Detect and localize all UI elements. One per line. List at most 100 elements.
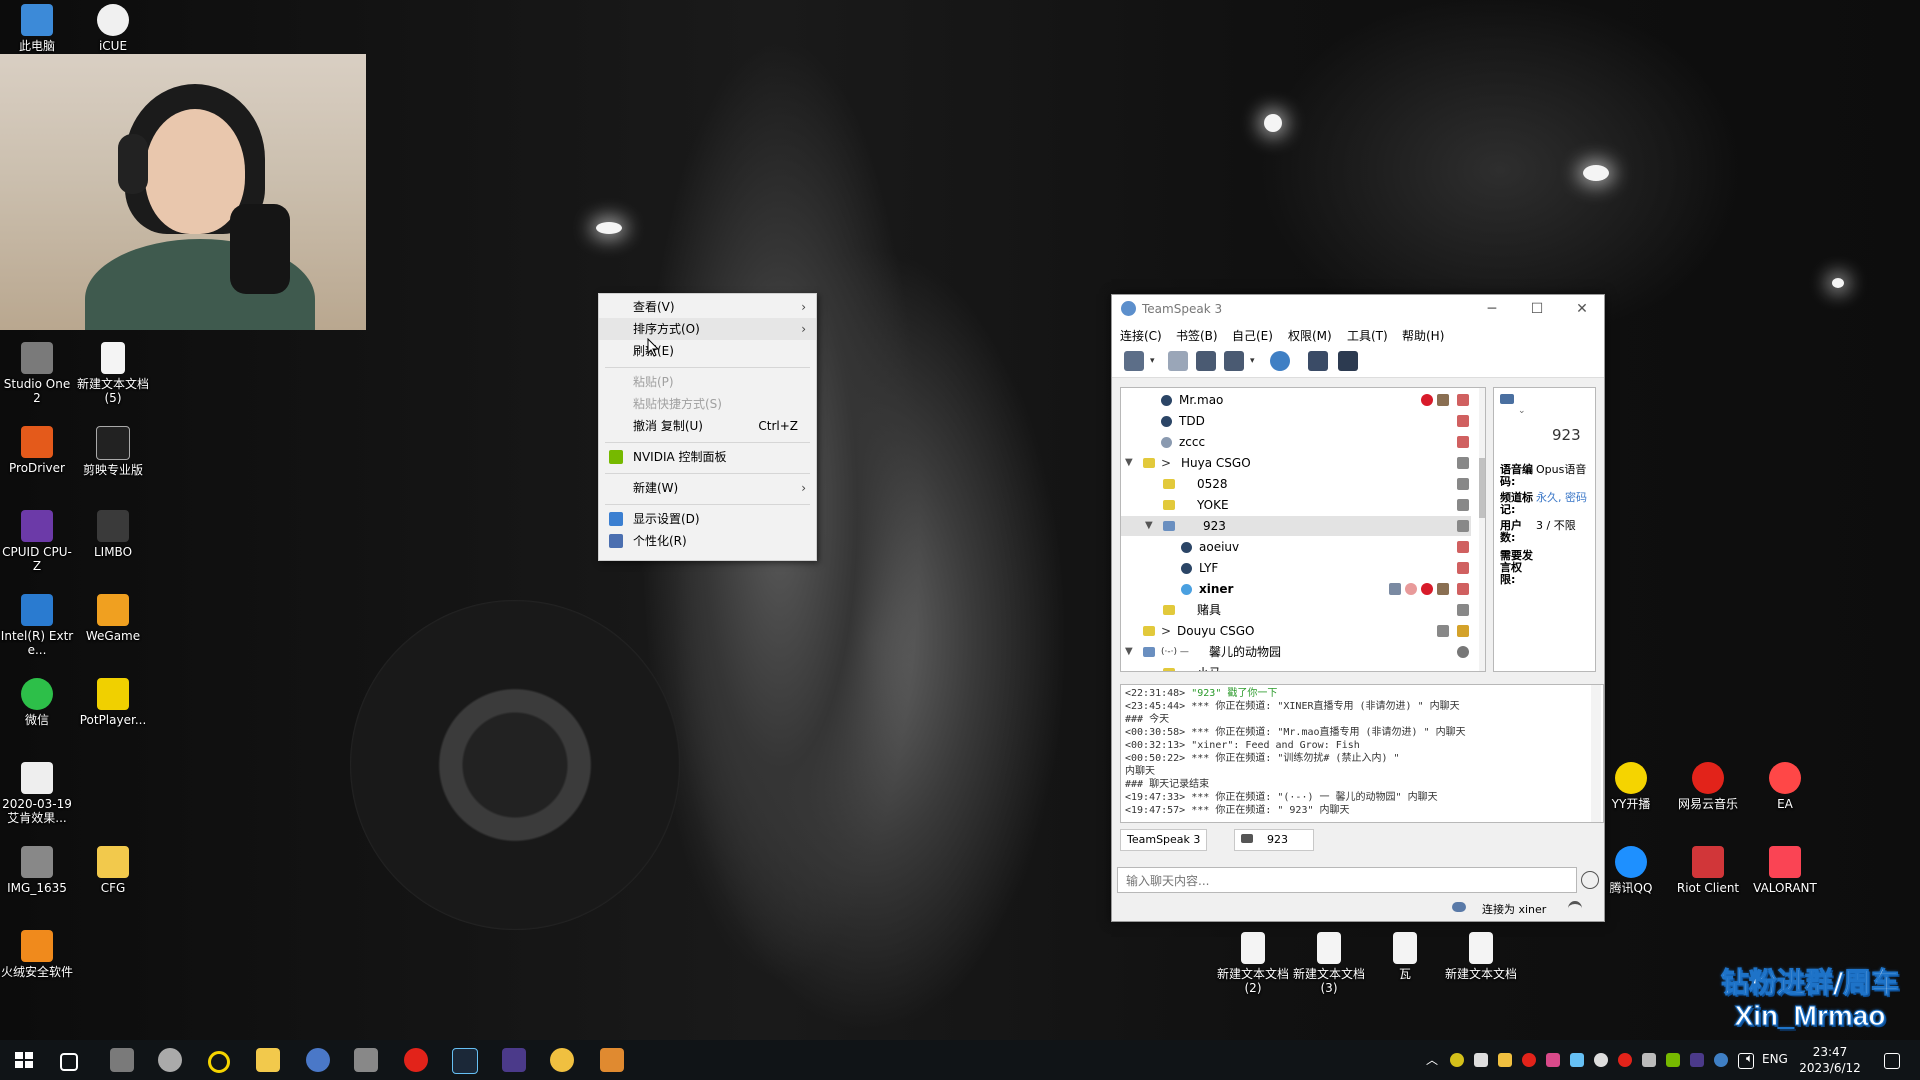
desktop-icon-text-doc[interactable]: 新建文本文档 bbox=[1444, 932, 1518, 981]
chevron-down-icon[interactable]: ▼ bbox=[1125, 453, 1133, 473]
tree-item-user-self[interactable]: xiner bbox=[1121, 579, 1471, 599]
tray-netease-icon[interactable] bbox=[1522, 1053, 1536, 1067]
mute-speaker-icon[interactable] bbox=[1224, 351, 1244, 371]
desktop-icon-cfg[interactable]: CFG bbox=[76, 846, 150, 895]
menu-item-paste-shortcut[interactable]: 粘贴快捷方式(S) bbox=[599, 393, 816, 415]
tray-nvidia-icon[interactable] bbox=[1666, 1053, 1680, 1067]
tree-item-channel[interactable]: 0528 bbox=[1121, 474, 1471, 494]
desktop-icon-text-doc-3[interactable]: 新建文本文档 (3) bbox=[1292, 932, 1366, 995]
teamspeak-icon[interactable] bbox=[306, 1048, 330, 1072]
desktop-icon-netease-music[interactable]: 网易云音乐 bbox=[1671, 762, 1745, 811]
game-app-icon[interactable] bbox=[600, 1048, 624, 1072]
chat-input-box[interactable] bbox=[1117, 867, 1577, 893]
tree-item-channel[interactable]: ▼ (·-·) — 馨儿的动物园 bbox=[1121, 642, 1471, 662]
away-icon[interactable] bbox=[1270, 351, 1290, 371]
contacts-icon[interactable] bbox=[1308, 351, 1328, 371]
tree-item-channel[interactable]: ▼ > Huya CSGO bbox=[1121, 453, 1471, 473]
chevron-down-icon[interactable]: ▼ bbox=[1145, 516, 1153, 536]
file-explorer-icon[interactable] bbox=[256, 1048, 280, 1072]
desktop-icon-huorong[interactable]: 火绒安全软件 bbox=[0, 930, 74, 979]
desktop-icon-prodriver[interactable]: ProDriver bbox=[0, 426, 74, 475]
desktop-icon-potplayer[interactable]: PotPlayer... bbox=[76, 678, 150, 727]
menu-help[interactable]: 帮助(H) bbox=[1402, 327, 1444, 344]
whisper-icon[interactable] bbox=[1338, 351, 1358, 371]
menu-item-view[interactable]: 查看(V) › bbox=[599, 296, 816, 318]
tray-owl-icon[interactable] bbox=[1498, 1053, 1512, 1067]
system-clock[interactable]: 23:47 2023/6/12 bbox=[1790, 1044, 1870, 1076]
title-bar[interactable]: TeamSpeak 3 ─ ☐ ✕ bbox=[1112, 295, 1604, 323]
tray-app-icon[interactable] bbox=[1546, 1053, 1560, 1067]
tree-item-channel[interactable]: > Douyu CSGO bbox=[1121, 621, 1471, 641]
tray-app-icon[interactable] bbox=[1594, 1053, 1608, 1067]
tree-item-channel-selected[interactable]: ▼ 923 bbox=[1121, 516, 1471, 536]
desktop-icon-qq[interactable]: 腾讯QQ bbox=[1594, 846, 1668, 895]
menu-item-personalize[interactable]: 个性化(R) bbox=[599, 530, 816, 552]
desktop-icon-riot-client[interactable]: Riot Client bbox=[1671, 846, 1745, 895]
tray-app-icon[interactable] bbox=[1450, 1053, 1464, 1067]
volume-icon[interactable]: 🔈︎ bbox=[1746, 1051, 1753, 1066]
desktop-icon-text-doc-5[interactable]: 新建文本文档 (5) bbox=[76, 342, 150, 405]
tree-item-channel[interactable]: 赌具 bbox=[1121, 600, 1471, 620]
studio-one-icon[interactable] bbox=[354, 1048, 378, 1072]
close-button[interactable]: ✕ bbox=[1562, 297, 1602, 321]
scrollbar-thumb[interactable] bbox=[1479, 458, 1485, 518]
menu-item-display-settings[interactable]: 显示设置(D) bbox=[599, 508, 816, 530]
desktop-icon-ea[interactable]: EA bbox=[1748, 762, 1822, 811]
menu-item-nvidia-control-panel[interactable]: NVIDIA 控制面板 bbox=[599, 446, 816, 468]
tree-item-user[interactable]: Mr.mao bbox=[1121, 390, 1471, 410]
desktop-icon-cpuz[interactable]: CPUID CPU-Z bbox=[0, 510, 74, 573]
windows-start-icon[interactable] bbox=[12, 1048, 36, 1072]
maximize-button[interactable]: ☐ bbox=[1517, 297, 1557, 321]
chat-input[interactable] bbox=[1124, 870, 1568, 892]
minimize-button[interactable]: ─ bbox=[1472, 297, 1512, 321]
tray-se-icon[interactable] bbox=[1690, 1053, 1704, 1067]
tree-item-user[interactable]: TDD bbox=[1121, 411, 1471, 431]
tree-item-user[interactable]: aoeiuv bbox=[1121, 537, 1471, 557]
desktop-icon-wegame[interactable]: WeGame bbox=[76, 594, 150, 643]
tray-mic-icon[interactable] bbox=[1642, 1053, 1656, 1067]
menu-item-sort-by[interactable]: 排序方式(O) › bbox=[599, 318, 816, 340]
tray-steam-icon[interactable] bbox=[1570, 1053, 1584, 1067]
emoji-icon[interactable] bbox=[1581, 871, 1599, 889]
dropdown-arrow-icon[interactable]: ▾ bbox=[1250, 351, 1270, 371]
tree-item-user[interactable]: LYF bbox=[1121, 558, 1471, 578]
task-view-icon[interactable] bbox=[60, 1053, 78, 1071]
input-language[interactable]: ENG bbox=[1762, 1052, 1788, 1066]
menu-self[interactable]: 自己(E) bbox=[1232, 327, 1273, 344]
menu-item-refresh[interactable]: 刷新(E) bbox=[599, 340, 816, 362]
chevron-up-icon[interactable]: ︿ bbox=[1426, 1051, 1438, 1068]
tab-server[interactable]: TeamSpeak 3 bbox=[1120, 829, 1208, 851]
tab-channel[interactable]: 923 bbox=[1234, 829, 1314, 851]
desktop-icon-yy[interactable]: YY开播 bbox=[1594, 762, 1668, 811]
desktop-icon-wechat[interactable]: 微信 bbox=[0, 678, 74, 727]
netease-music-icon[interactable] bbox=[404, 1048, 428, 1072]
menu-item-paste[interactable]: 粘贴(P) bbox=[599, 371, 816, 393]
owl-app-icon[interactable] bbox=[550, 1048, 574, 1072]
desktop-icon-limbo[interactable]: LIMBO bbox=[76, 510, 150, 559]
desktop-icon-valorant[interactable]: VALORANT bbox=[1748, 846, 1822, 895]
menu-permissions[interactable]: 权限(M) bbox=[1288, 327, 1332, 344]
menu-item-undo-copy[interactable]: 撤消 复制(U) Ctrl+Z bbox=[599, 415, 816, 437]
connect-icon[interactable] bbox=[1124, 351, 1144, 371]
yy-icon[interactable] bbox=[208, 1051, 230, 1073]
desktop-icon-studio-one[interactable]: Studio One 2 bbox=[0, 342, 74, 405]
menu-item-new[interactable]: 新建(W) › bbox=[599, 477, 816, 499]
tree-item-channel[interactable]: 小马 bbox=[1121, 663, 1471, 671]
tree-item-channel[interactable]: YOKE bbox=[1121, 495, 1471, 515]
desktop-icon-this-pc[interactable]: 此电脑 bbox=[0, 4, 74, 53]
tray-app-icon[interactable] bbox=[1714, 1053, 1728, 1067]
menu-connections[interactable]: 连接(C) bbox=[1120, 327, 1162, 344]
desktop-icon-capcut[interactable]: 剪映专业版 bbox=[76, 426, 150, 477]
chevron-down-icon[interactable]: ▼ bbox=[1125, 642, 1133, 662]
desktop-icon-icue[interactable]: iCUE bbox=[76, 4, 150, 53]
tree-item-user[interactable]: zccc bbox=[1121, 432, 1471, 452]
menu-tools[interactable]: 工具(T) bbox=[1347, 327, 1388, 344]
desktop-icon-img-1635[interactable]: IMG_1635 bbox=[0, 846, 74, 895]
desktop-icon-text-doc-wa[interactable]: 瓦 bbox=[1368, 932, 1442, 981]
chat-scrollbar[interactable] bbox=[1591, 685, 1601, 822]
menu-bookmarks[interactable]: 书签(B) bbox=[1176, 327, 1218, 344]
tray-usb-icon[interactable] bbox=[1474, 1053, 1488, 1067]
desktop-icon-intel[interactable]: Intel(R) Extre... bbox=[0, 594, 74, 657]
disconnect-icon[interactable] bbox=[1168, 351, 1188, 371]
obs-icon[interactable] bbox=[158, 1048, 182, 1072]
